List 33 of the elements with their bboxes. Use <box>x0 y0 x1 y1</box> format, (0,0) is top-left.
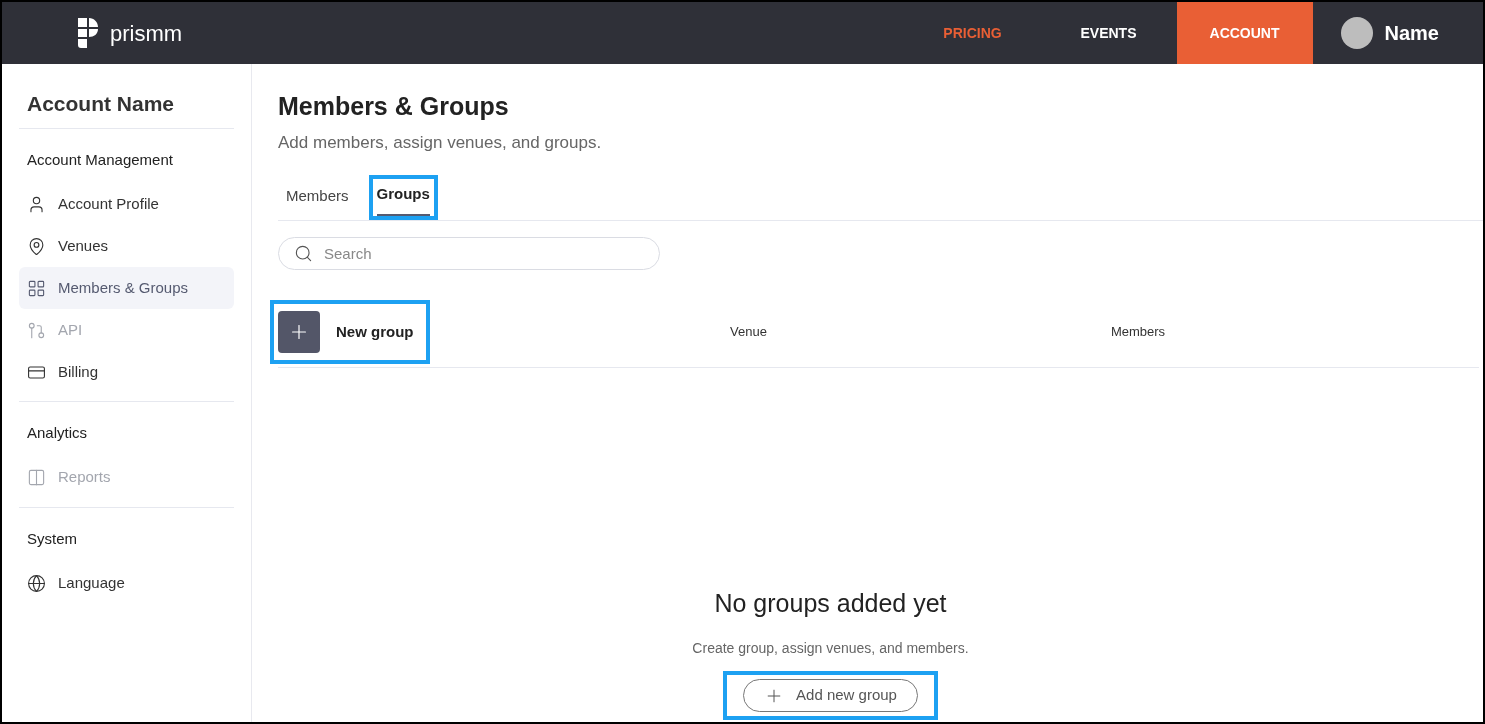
section-heading: Analytics <box>26 423 89 443</box>
tab[interactable]: Groups <box>368 175 438 220</box>
page-subtitle: Add members, assign venues, and groups. <box>278 131 602 154</box>
new-group-button[interactable]: New group <box>270 300 430 364</box>
search-field[interactable]: Search <box>278 236 660 270</box>
sidebar-item[interactable]: Members & Groups <box>19 267 234 309</box>
user-name[interactable]: Name <box>1384 18 1455 48</box>
report-icon <box>27 468 46 487</box>
pin-icon <box>27 236 46 256</box>
section-heading: Account Management <box>26 149 174 170</box>
globe-icon <box>27 573 46 593</box>
column-header: Venue <box>730 323 767 342</box>
nav-link[interactable]: PRICING <box>904 2 1041 64</box>
sidebar-item[interactable]: Billing <box>19 351 234 393</box>
grid-icon <box>27 278 46 298</box>
sidebar-item[interactable]: Language <box>19 562 234 604</box>
sidebar-item[interactable]: Account Profile <box>19 183 234 225</box>
user-icon <box>27 194 46 214</box>
nav-link[interactable]: EVENTS <box>1040 2 1177 64</box>
avatar-icon[interactable] <box>1340 17 1373 49</box>
logo-text: prismm <box>110 19 183 48</box>
sidebar-item[interactable]: Venues <box>19 225 234 267</box>
empty-title: No groups added yet <box>714 587 947 619</box>
search-icon <box>294 243 313 263</box>
empty-text: Create group, assign venues, and members. <box>692 639 969 658</box>
section-heading: System <box>26 528 78 549</box>
page-title: Members & Groups <box>278 91 509 122</box>
api-icon <box>27 320 46 340</box>
tab[interactable]: Members <box>278 177 357 220</box>
logo-icon <box>78 18 98 48</box>
column-header: Members <box>1110 323 1166 342</box>
account-title: Account Name <box>19 88 234 129</box>
plus-icon <box>278 311 320 353</box>
